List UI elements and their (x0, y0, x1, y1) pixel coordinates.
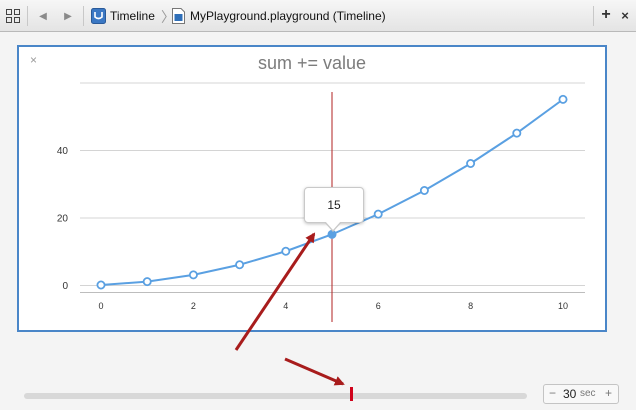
add-icon[interactable]: + (599, 6, 613, 23)
timeline-playhead[interactable] (349, 387, 353, 401)
back-arrow-icon[interactable]: ◀ (36, 8, 50, 24)
timeline-icon[interactable] (91, 8, 106, 24)
breadcrumb-playground-file[interactable]: MyPlayground.playground (Timeline) (190, 9, 386, 23)
forward-arrow-icon[interactable]: ▶ (61, 8, 75, 24)
chart-title: sum += value (257, 53, 367, 73)
breadcrumb-timeline[interactable]: Timeline (110, 9, 155, 23)
timeline-scrubber-track[interactable] (24, 393, 527, 399)
toolbar-divider (593, 6, 594, 26)
grid-icon[interactable] (5, 8, 21, 24)
duration-unit: sec (580, 388, 596, 399)
timeline-duration-stepper[interactable]: − 30 sec + (543, 384, 619, 404)
value-tooltip: 15 (304, 187, 364, 232)
toolbar-divider (27, 6, 28, 26)
duration-decrease-button[interactable]: − (549, 386, 556, 400)
toolbar-divider (83, 6, 84, 26)
duration-value: 30 (563, 387, 577, 401)
toolbar: ◀ ▶ Timeline 〉 MyPlayground.playground (… (0, 0, 636, 32)
duration-increase-button[interactable]: + (605, 386, 612, 400)
close-icon[interactable]: × (618, 7, 632, 23)
playground-file-icon[interactable] (172, 8, 185, 24)
